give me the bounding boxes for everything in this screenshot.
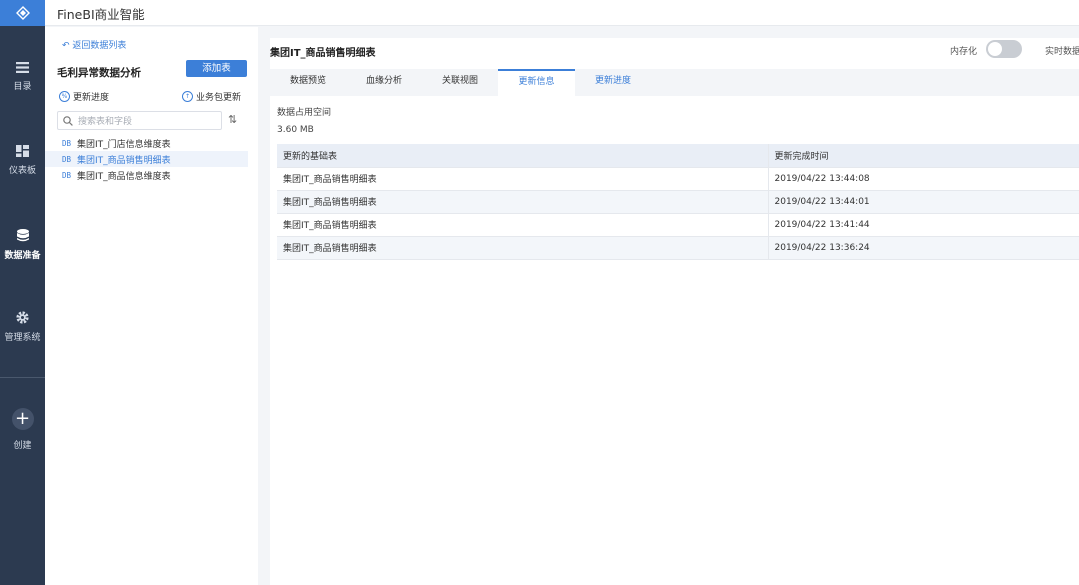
nav-label-create: 创建 (13, 441, 32, 451)
logo-icon (15, 6, 30, 20)
table-row: 集团IT_商品销售明细表 2019/04/22 13:41:44 (277, 213, 1079, 237)
plus-icon: + (11, 408, 34, 430)
table-cell: 2019/04/22 13:36:24 (768, 236, 1079, 260)
nav-label-data-prep: 数据准备 (4, 251, 41, 261)
table-detail-panel: 集团IT_商品销售明细表 内存化 实时数据 数据预览 血缘分析 关联视图 更新信… (270, 38, 1079, 585)
back-arrow-icon: ↶ (62, 41, 70, 51)
menu-list-icon (16, 62, 29, 73)
nav-label-catalog: 目录 (13, 82, 32, 92)
upload-icon: ↑ (182, 91, 193, 102)
table-list-item[interactable]: DB 集团IT_商品信息维度表 (45, 167, 248, 183)
table-title: 集团IT_商品销售明细表 (270, 48, 376, 59)
occupancy-value: 3.60 MB (277, 125, 314, 135)
table-name: 集团IT_门店信息维度表 (77, 139, 171, 150)
back-to-list-link[interactable]: ↶ 返回数据列表 (62, 38, 126, 51)
update-progress-link[interactable]: % 更新进度 (59, 90, 109, 103)
update-progress-label: 更新进度 (73, 93, 110, 103)
table-cell: 集团IT_商品销售明细表 (277, 236, 769, 260)
nav-item-catalog[interactable]: 目录 (0, 62, 45, 92)
nav-item-create[interactable]: + 创建 (0, 408, 45, 451)
table-row: 集团IT_商品销售明细表 2019/04/22 13:44:01 (277, 190, 1079, 214)
table-name: 集团IT_商品销售明细表 (77, 155, 171, 166)
table-list-item[interactable]: DB 集团IT_门店信息维度表 (45, 135, 248, 151)
app-logo[interactable] (0, 0, 45, 26)
occupancy-label: 数据占用空间 (277, 108, 332, 118)
table-cell: 2019/04/22 13:41:44 (768, 213, 1079, 237)
gear-icon (16, 311, 29, 324)
add-table-button[interactable]: 添加表 (186, 60, 247, 77)
nav-item-admin[interactable]: 管理系统 (0, 311, 45, 343)
update-info-table: 更新的基础表 更新完成时间 集团IT_商品销售明细表 2019/04/22 13… (277, 144, 1079, 260)
nav-label-admin: 管理系统 (4, 333, 41, 343)
table-row: 集团IT_商品销售明细表 2019/04/22 13:36:24 (277, 236, 1079, 260)
package-update-link[interactable]: ↑ 业务包更新 (182, 90, 241, 103)
database-icon (16, 229, 29, 242)
table-row: 集团IT_商品销售明细表 2019/04/22 13:44:08 (277, 167, 1079, 191)
db-tag: DB (62, 154, 72, 164)
search-icon (63, 115, 73, 126)
nav-item-dashboard[interactable]: 仪表板 (0, 145, 45, 176)
realtime-label[interactable]: 实时数据 (1045, 44, 1079, 57)
table-list-item-selected[interactable]: DB 集团IT_商品销售明细表 (45, 151, 248, 167)
nav-item-data-prep[interactable]: 数据准备 (0, 229, 45, 261)
nav-label-dashboard: 仪表板 (8, 166, 36, 176)
table-cell: 集团IT_商品销售明细表 (277, 190, 769, 214)
table-cell: 2019/04/22 13:44:08 (768, 167, 1079, 191)
table-list-panel: ↶ 返回数据列表 毛利异常数据分析 添加表 % 更新进度 ↑ 业务包更新 搜索表… (45, 27, 258, 585)
tab-relation-view[interactable]: 关联视图 (422, 69, 498, 96)
db-tag: DB (62, 138, 72, 148)
package-update-label: 业务包更新 (196, 93, 242, 103)
progress-icon: % (59, 91, 70, 102)
tab-update-progress[interactable]: 更新进度 (575, 69, 651, 96)
search-box[interactable]: 搜索表和字段 (57, 111, 222, 130)
table-header-row: 更新的基础表 更新完成时间 (277, 144, 1079, 168)
table-cell: 2019/04/22 13:44:01 (768, 190, 1079, 214)
toggle-knob (988, 42, 1002, 56)
table-cell: 集团IT_商品销售明细表 (277, 213, 769, 237)
tab-lineage[interactable]: 血缘分析 (346, 69, 422, 96)
tab-data-preview[interactable]: 数据预览 (270, 69, 346, 96)
tab-update-info[interactable]: 更新信息 (498, 69, 575, 96)
package-title: 毛利异常数据分析 (57, 67, 141, 79)
nav-divider (0, 377, 45, 378)
dashboard-icon (16, 145, 29, 157)
column-header: 更新的基础表 (277, 144, 769, 168)
memory-toggle[interactable] (986, 40, 1022, 58)
app-title: FineBI商业智能 (57, 7, 145, 22)
back-link-label: 返回数据列表 (72, 41, 127, 51)
table-cell: 集团IT_商品销售明细表 (277, 167, 769, 191)
detail-tabs: 数据预览 血缘分析 关联视图 更新信息 更新进度 (270, 69, 1079, 96)
column-header: 更新完成时间 (768, 144, 1079, 168)
memory-toggle-label: 内存化 (950, 47, 978, 57)
top-bar: FineBI商业智能 (45, 0, 1079, 26)
search-input[interactable]: 搜索表和字段 (78, 114, 132, 127)
table-list: DB 集团IT_门店信息维度表 DB 集团IT_商品销售明细表 DB 集团IT_… (45, 135, 248, 183)
table-name: 集团IT_商品信息维度表 (77, 171, 171, 182)
db-tag: DB (62, 170, 72, 180)
sort-icon[interactable]: ⇅ (228, 113, 237, 126)
main-nav: 目录 仪表板 数据准备 管理系统 + 创建 (0, 0, 45, 585)
